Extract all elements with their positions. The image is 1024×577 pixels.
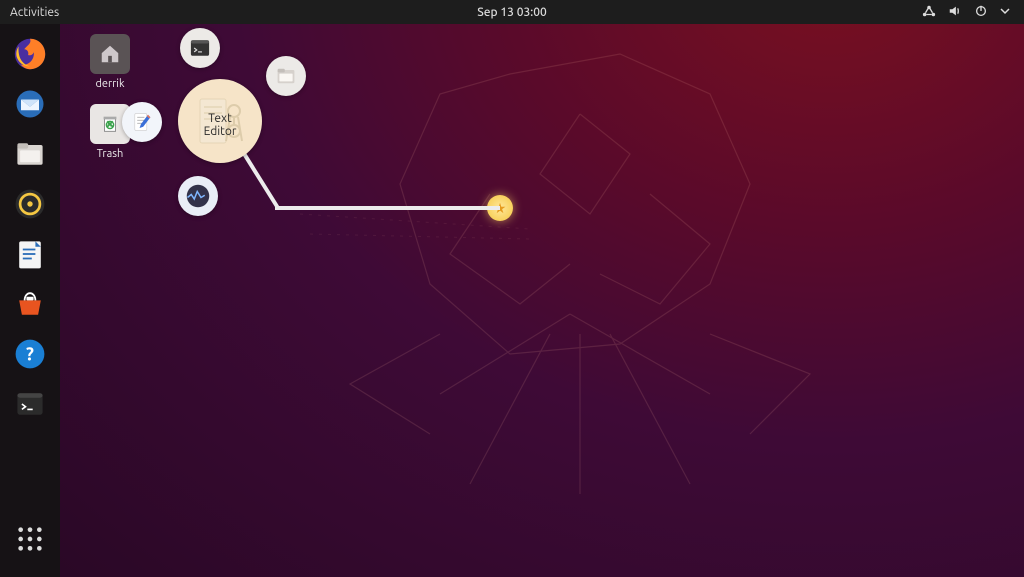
system-status-area[interactable] (922, 4, 1024, 21)
pie-item-files[interactable] (266, 56, 306, 96)
volume-icon (948, 4, 962, 21)
pie-item-gedit[interactable] (122, 102, 162, 142)
desktop-icon-home[interactable]: derrik (80, 34, 140, 90)
network-icon (922, 4, 936, 21)
pie-item-terminal[interactable] (180, 28, 220, 68)
show-applications-button[interactable] (8, 517, 52, 561)
dock-app-help[interactable]: ? (8, 332, 52, 376)
pie-center[interactable] (487, 195, 513, 221)
pie-connector (275, 206, 500, 210)
chevron-down-icon (1000, 6, 1010, 19)
dock-app-libreoffice-writer[interactable] (8, 232, 52, 276)
activities-button[interactable]: Activities (0, 6, 69, 19)
dock-app-terminal[interactable] (8, 382, 52, 426)
desktop-icon-label: derrik (80, 78, 140, 90)
svg-text:?: ? (26, 344, 34, 364)
home-folder-icon (90, 34, 130, 74)
dock-app-files[interactable] (8, 132, 52, 176)
dock-app-ubuntu-software[interactable] (8, 282, 52, 326)
dock-app-firefox[interactable] (8, 32, 52, 76)
pie-item-text-editor[interactable] (178, 79, 262, 163)
power-icon (974, 4, 988, 21)
clock[interactable]: Sep 13 03:00 (477, 6, 547, 19)
desktop-icon-label: Trash (80, 148, 140, 160)
wallpaper-art (190, 34, 970, 554)
dock-app-rhythmbox[interactable] (8, 182, 52, 226)
dock-app-thunderbird[interactable] (8, 82, 52, 126)
dock: ? (0, 24, 60, 577)
pie-item-system-monitor[interactable] (178, 176, 218, 216)
top-panel: Activities Sep 13 03:00 (0, 0, 1024, 24)
desktop[interactable]: derrik Trash Text Editor (60, 24, 1024, 577)
